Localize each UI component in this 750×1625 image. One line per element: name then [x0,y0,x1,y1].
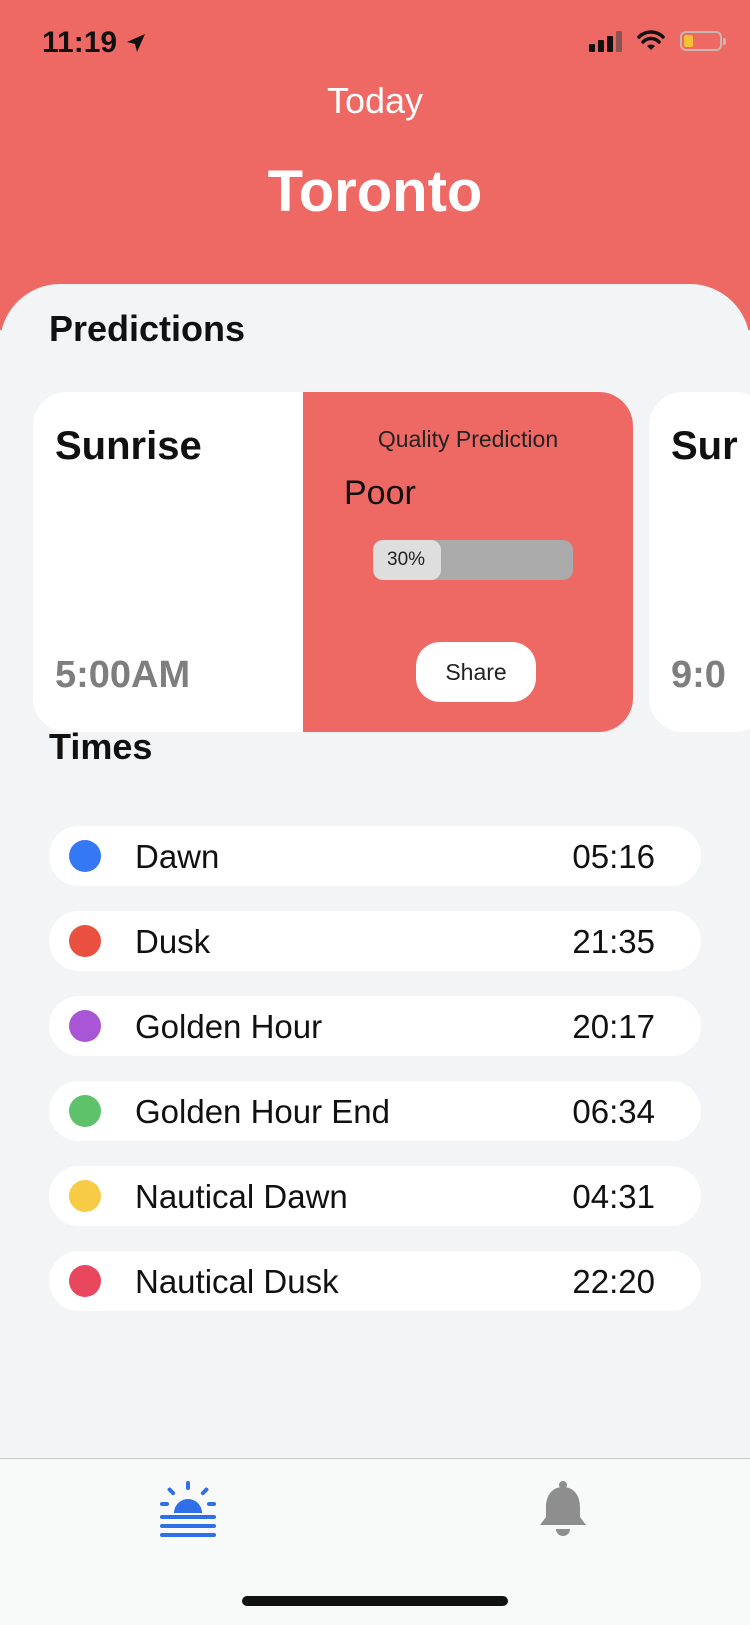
color-dot-icon [69,925,101,957]
time-value: 22:20 [572,1263,655,1300]
cellular-signal-icon [589,30,622,52]
times-title: Times [49,726,153,767]
prediction-card[interactable]: Sunrise 5:00AM Quality Prediction Poor 3… [33,392,633,732]
prediction-card-event: Sunrise 5:00AM [33,392,303,732]
time-label: Golden Hour [135,1008,323,1045]
color-dot-icon [69,1010,101,1042]
time-label: Nautical Dusk [135,1263,339,1300]
list-item[interactable]: Golden Hour 20:17 [49,996,701,1056]
color-dot-icon [69,1265,101,1297]
color-dot-icon [69,840,101,872]
status-time-text: 11:19 [42,26,118,59]
city-title: Toronto [267,159,483,224]
sunrise-icon [160,1481,216,1537]
quality-progress-text: 30% [387,549,426,570]
status-time: 11:19 [42,26,147,60]
predictions-title: Predictions [49,308,246,349]
time-value: 05:16 [572,838,655,875]
time-value: 04:31 [572,1178,655,1215]
wifi-icon [637,30,665,50]
battery-icon [680,31,726,51]
time-value: 06:34 [572,1093,655,1130]
location-arrow-icon [127,34,146,52]
prediction-card-next[interactable]: Sur 9:0 [649,392,750,732]
prediction-card-quality: Quality Prediction Poor 30% Share [303,392,633,732]
event-time: 5:00AM [55,654,191,696]
quality-prediction-label: Quality Prediction [377,426,559,452]
color-dot-icon [69,1180,101,1212]
list-item[interactable]: Nautical Dawn 04:31 [49,1166,701,1226]
share-button[interactable]: Share [416,642,536,702]
time-label: Dawn [135,838,220,875]
home-indicator[interactable] [242,1596,508,1606]
color-dot-icon [69,1095,101,1127]
header: 11:19 Today Toronto [0,0,750,330]
time-value: 20:17 [572,1008,655,1045]
event-name: Sunrise [55,424,202,468]
list-item[interactable]: Dusk 21:35 [49,911,701,971]
status-indicators [589,30,726,52]
list-item[interactable]: Golden Hour End 06:34 [49,1081,701,1141]
list-item[interactable]: Dawn 05:16 [49,826,701,886]
time-label: Nautical Dawn [135,1178,348,1215]
tab-predictions[interactable] [128,1459,248,1559]
bell-icon [540,1481,586,1536]
list-item[interactable]: Nautical Dusk 22:20 [49,1251,701,1311]
tab-notifications[interactable] [503,1459,623,1559]
time-label: Dusk [135,923,211,960]
quality-prediction-value: Poor [344,474,416,512]
time-value: 21:35 [572,923,655,960]
times-list: Dawn 05:16 Dusk 21:35 Golden Hour 20:17 … [49,826,701,1336]
quality-progress-bar: 30% [373,540,573,580]
time-label: Golden Hour End [135,1093,390,1130]
header-subtitle: Today [326,80,424,121]
event-name: Sur [671,424,738,468]
event-time: 9:0 [671,654,726,696]
